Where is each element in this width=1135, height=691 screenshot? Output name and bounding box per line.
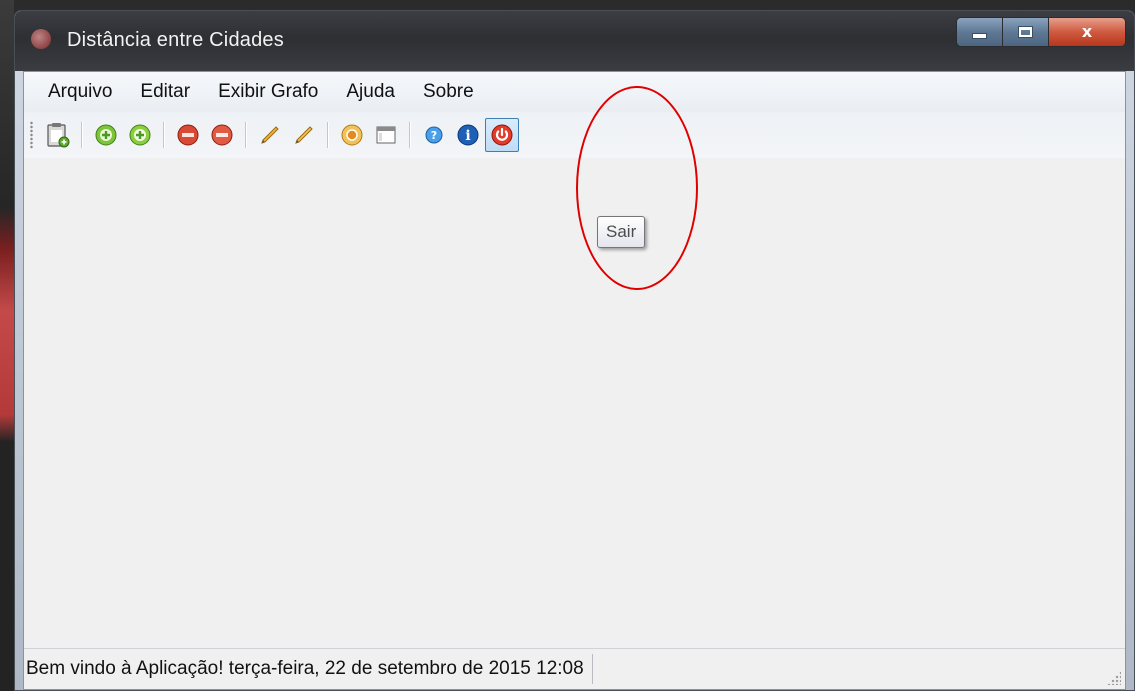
remove-red-icon (177, 124, 199, 146)
window-button[interactable] (369, 118, 403, 152)
close-icon: x (1081, 22, 1093, 41)
app-icon (31, 29, 51, 49)
toolbar-grip[interactable] (30, 121, 33, 149)
clipboard-add-icon (47, 123, 70, 148)
pencil-alt-icon (295, 126, 313, 144)
help-blue-icon: ? (425, 126, 443, 144)
maximize-button[interactable] (1003, 18, 1049, 46)
menu-ajuda[interactable]: Ajuda (332, 76, 409, 108)
remove-city-button[interactable] (171, 118, 205, 152)
maximize-icon (1018, 26, 1033, 38)
status-separator (591, 654, 593, 684)
help-button[interactable]: ? (417, 118, 451, 152)
info-button[interactable]: i (451, 118, 485, 152)
close-button[interactable]: x (1049, 18, 1125, 46)
resize-grip[interactable] (1107, 671, 1121, 685)
remove-red-alt-icon (211, 124, 233, 146)
status-message: Bem vindo à Aplicação! terça-feira, 22 d… (26, 658, 584, 679)
menu-exibir-grafo[interactable]: Exibir Grafo (204, 76, 332, 108)
svg-text:i: i (465, 128, 470, 144)
add-route-button[interactable] (123, 118, 157, 152)
minimize-button[interactable] (957, 18, 1003, 46)
menu-editar[interactable]: Editar (126, 76, 204, 108)
menu-arquivo[interactable]: Arquivo (34, 76, 126, 108)
toolbar-separator (409, 122, 411, 148)
add-green-icon (95, 124, 117, 146)
toolbar-separator (245, 122, 247, 148)
status-bar: Bem vindo à Aplicação! terça-feira, 22 d… (24, 648, 1125, 689)
exit-button[interactable] (485, 118, 519, 152)
window-title: Distância entre Cidades (67, 29, 284, 51)
client-area: Arquivo Editar Exibir Grafo Ajuda Sobre (23, 71, 1126, 690)
menu-bar: Arquivo Editar Exibir Grafo Ajuda Sobre (24, 72, 1125, 112)
annotation-ellipse (576, 86, 698, 290)
toolbar-separator (81, 122, 83, 148)
exit-power-icon (491, 124, 513, 146)
show-graph-button[interactable] (335, 118, 369, 152)
title-bar[interactable]: Distância entre Cidades x (15, 11, 1134, 71)
toolbar-separator (163, 122, 165, 148)
edit-city-button[interactable] (253, 118, 287, 152)
desktop-background (0, 0, 14, 691)
svg-text:?: ? (431, 129, 437, 142)
add-city-button[interactable] (89, 118, 123, 152)
new-city-button[interactable] (41, 118, 75, 152)
window-icon (376, 126, 396, 144)
toolbar-separator (327, 122, 329, 148)
remove-route-button[interactable] (205, 118, 239, 152)
toolbar: ? i (24, 112, 1125, 158)
edit-route-button[interactable] (287, 118, 321, 152)
window-controls: x (956, 17, 1126, 47)
pencil-icon (261, 126, 279, 144)
info-blue-icon: i (457, 124, 479, 146)
graph-node-icon (341, 124, 363, 146)
app-window: Distância entre Cidades x Arquivo Editar… (14, 10, 1135, 691)
menu-sobre[interactable]: Sobre (409, 76, 488, 108)
minimize-icon (972, 33, 987, 39)
add-green-alt-icon (129, 124, 151, 146)
main-content-area (24, 158, 1125, 649)
